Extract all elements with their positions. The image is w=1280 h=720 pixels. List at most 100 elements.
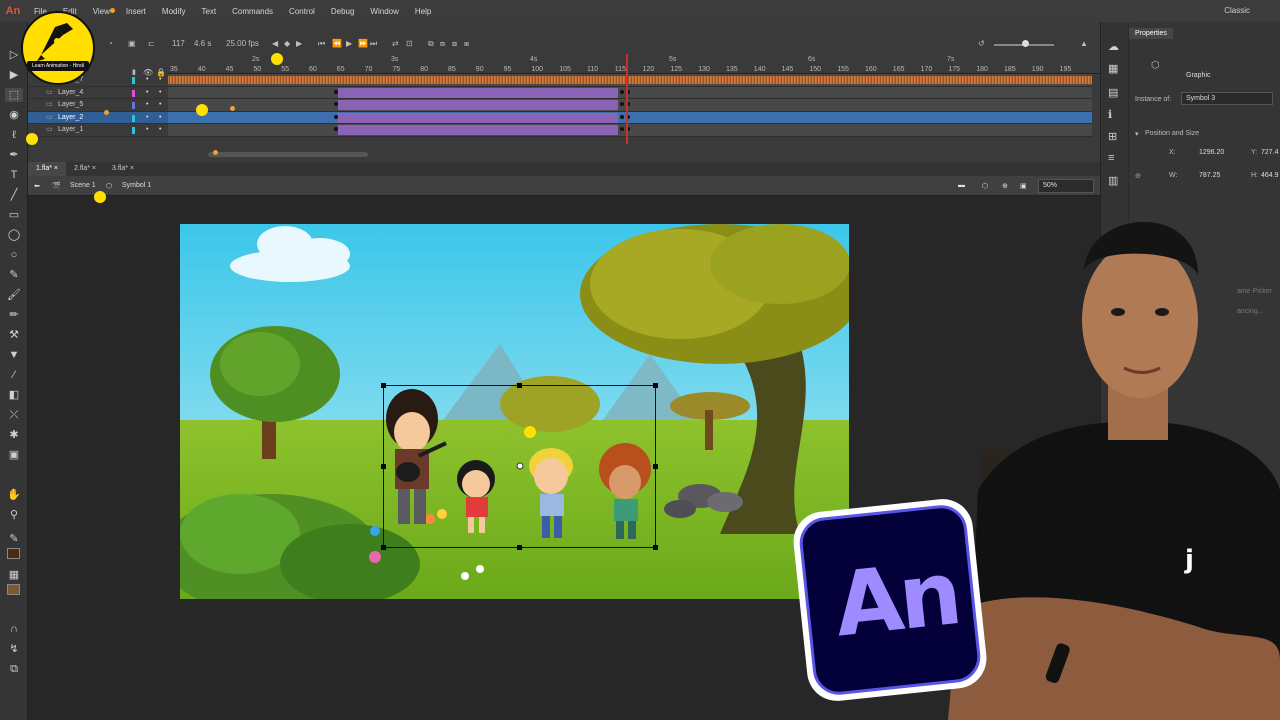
back-arrow-icon[interactable]: ⬅ bbox=[34, 182, 40, 190]
lock-dot-icon[interactable]: • bbox=[159, 124, 161, 137]
fill-color-swatch[interactable] bbox=[7, 584, 20, 595]
layer-color-chip[interactable] bbox=[132, 127, 135, 134]
position-size-header[interactable]: Position and Size bbox=[1145, 130, 1199, 137]
align-icon[interactable]: ≡ bbox=[1108, 152, 1114, 164]
transform-handle[interactable] bbox=[381, 383, 386, 388]
free-transform-tool-icon[interactable]: ⬚ bbox=[5, 88, 23, 102]
width-tool-icon[interactable]: ⤫ bbox=[5, 408, 23, 422]
go-to-first-icon[interactable]: ⏮ bbox=[318, 39, 325, 49]
lock-dot-icon[interactable]: • bbox=[159, 99, 161, 112]
fit-stage-icon[interactable]: ▣ bbox=[1020, 182, 1027, 190]
frames-grid[interactable] bbox=[168, 74, 1092, 144]
frame-row-selected[interactable] bbox=[168, 111, 1092, 124]
h-value[interactable]: 464.9 bbox=[1261, 172, 1279, 179]
visibility-dot-icon[interactable]: • bbox=[146, 112, 148, 125]
symbol-type[interactable]: Graphic bbox=[1186, 72, 1211, 79]
layer-name[interactable]: Layer_1 bbox=[58, 124, 83, 137]
layer-color-chip[interactable] bbox=[132, 114, 135, 122]
play-icon[interactable]: ▶ bbox=[346, 39, 352, 48]
stroke-color-icon[interactable]: ✎ bbox=[5, 532, 23, 546]
rectangle-tool-icon[interactable]: ▭ bbox=[5, 208, 23, 222]
layer-name[interactable]: Layer_4 bbox=[58, 87, 83, 100]
frame-row[interactable] bbox=[168, 124, 1092, 137]
properties-tab[interactable]: Properties bbox=[1129, 28, 1173, 39]
keyframe[interactable] bbox=[620, 114, 624, 119]
motion-tween-span[interactable] bbox=[338, 125, 618, 135]
layer-row-selected[interactable]: ▭ Layer_2 • • bbox=[28, 111, 168, 125]
layer-row[interactable]: ▭ Layer_5 • • bbox=[28, 99, 168, 112]
next-frame-icon[interactable]: ▶ bbox=[296, 39, 302, 48]
hand-tool-icon[interactable]: ✋ bbox=[5, 488, 23, 502]
layer-color-chip[interactable] bbox=[132, 77, 135, 84]
stage-canvas[interactable] bbox=[180, 224, 849, 599]
oval-tool-icon[interactable]: ◯ bbox=[5, 228, 23, 242]
visibility-dot-icon[interactable]: • bbox=[146, 99, 148, 112]
lasso-tool-icon[interactable]: ℓ bbox=[5, 128, 23, 142]
lock-dot-icon[interactable]: • bbox=[159, 74, 161, 87]
layer-row[interactable]: ▭ Layer_1 • • bbox=[28, 124, 168, 137]
frame-row-audio[interactable] bbox=[168, 74, 1092, 87]
transform-handle[interactable] bbox=[653, 383, 658, 388]
selection-tool-icon[interactable]: ▶ bbox=[5, 68, 23, 82]
text-tool-icon[interactable]: T bbox=[5, 168, 23, 182]
doc-tab-2[interactable]: 2.fla* × bbox=[66, 162, 104, 176]
instance-of-field[interactable]: Symbol 3 bbox=[1181, 92, 1273, 105]
reset-zoom-icon[interactable]: ↺ bbox=[978, 39, 985, 48]
x-value[interactable]: 1296.20 bbox=[1199, 149, 1224, 156]
smooth-icon[interactable]: ↯ bbox=[5, 642, 23, 656]
paint-brush-tool-icon[interactable]: ✏ bbox=[5, 308, 23, 322]
lock-dot-icon[interactable]: • bbox=[159, 87, 161, 100]
y-value[interactable]: 727.4 bbox=[1261, 149, 1279, 156]
visibility-dot-icon[interactable]: • bbox=[146, 74, 148, 87]
layer-color-chip[interactable] bbox=[132, 102, 135, 109]
step-forward-icon[interactable]: ⏩ bbox=[358, 39, 368, 48]
keyframe[interactable] bbox=[620, 89, 624, 94]
parenting-icon[interactable]: ⊏ bbox=[148, 39, 155, 48]
transform-handle[interactable] bbox=[381, 464, 386, 469]
info-icon[interactable]: ℹ bbox=[1108, 108, 1112, 121]
onion-skin-outline-icon[interactable]: ⧉ bbox=[428, 39, 434, 49]
onion-skin-icon[interactable]: ◔ bbox=[108, 39, 113, 48]
center-stage-icon[interactable]: ⊕ bbox=[1002, 182, 1008, 190]
visibility-dot-icon[interactable]: • bbox=[146, 87, 148, 100]
color-icon[interactable]: ▦ bbox=[1108, 62, 1118, 75]
zoom-tool-icon[interactable]: ⚲ bbox=[5, 508, 23, 522]
frame-row[interactable] bbox=[168, 86, 1092, 99]
onion-markers-icon[interactable]: ⧇ bbox=[452, 39, 457, 49]
straighten-icon[interactable]: ⧉ bbox=[5, 662, 23, 676]
menu-insert[interactable]: Insert bbox=[118, 7, 154, 16]
stage-clip-icon[interactable]: ▬ bbox=[958, 182, 965, 189]
modify-markers-icon[interactable]: ⧆ bbox=[464, 39, 469, 49]
menu-help[interactable]: Help bbox=[407, 7, 439, 16]
go-to-last-icon[interactable]: ⏭ bbox=[370, 39, 377, 49]
layer-row[interactable]: ▭ Layer_4 • • bbox=[28, 87, 168, 100]
pencil-tool-icon[interactable]: ✎ bbox=[5, 268, 23, 282]
fps-readout[interactable]: 25.00 fps bbox=[226, 39, 259, 48]
menu-debug[interactable]: Debug bbox=[323, 7, 363, 16]
transform-handle[interactable] bbox=[653, 545, 658, 550]
motion-tween-span[interactable] bbox=[338, 112, 618, 123]
edit-symbols-icon[interactable]: ⬡ bbox=[982, 182, 988, 190]
timeline-zoom-handle[interactable] bbox=[1022, 40, 1029, 47]
camera-tool-icon[interactable]: ▣ bbox=[5, 448, 23, 462]
3d-rotation-tool-icon[interactable]: ◉ bbox=[5, 108, 23, 122]
brush-tool-icon[interactable]: 🖌 bbox=[5, 288, 23, 302]
menu-text[interactable]: Text bbox=[193, 7, 224, 16]
polystar-tool-icon[interactable]: ○ bbox=[5, 248, 23, 262]
components-icon[interactable]: ▥ bbox=[1108, 174, 1118, 187]
layer-name[interactable]: Layer_5 bbox=[58, 99, 83, 112]
loop-icon[interactable]: ⇄ bbox=[392, 39, 399, 48]
timeline-ruler[interactable]: 35 40 45 50 55 60 65 70 75 80 85 90 95 100 105 110 115 12… bbox=[168, 54, 1100, 74]
doc-tab-1[interactable]: 1.fla* × bbox=[28, 162, 67, 176]
breadcrumb-scene[interactable]: Scene 1 bbox=[70, 182, 96, 189]
eraser-tool-icon[interactable]: ◧ bbox=[5, 388, 23, 402]
insert-keyframe-icon[interactable]: ◆ bbox=[284, 39, 290, 48]
paint-bucket-tool-icon[interactable]: ▼ bbox=[5, 348, 23, 362]
workspace-switcher[interactable]: Classic bbox=[1224, 6, 1250, 15]
bone-tool-icon[interactable]: ⚒ bbox=[5, 328, 23, 342]
doc-tab-3[interactable]: 3.fla* × bbox=[104, 162, 142, 176]
w-value[interactable]: 787.25 bbox=[1199, 172, 1220, 179]
stroke-color-swatch[interactable] bbox=[7, 548, 20, 559]
menu-commands[interactable]: Commands bbox=[224, 7, 281, 16]
swatches-icon[interactable]: ▤ bbox=[1108, 86, 1118, 99]
